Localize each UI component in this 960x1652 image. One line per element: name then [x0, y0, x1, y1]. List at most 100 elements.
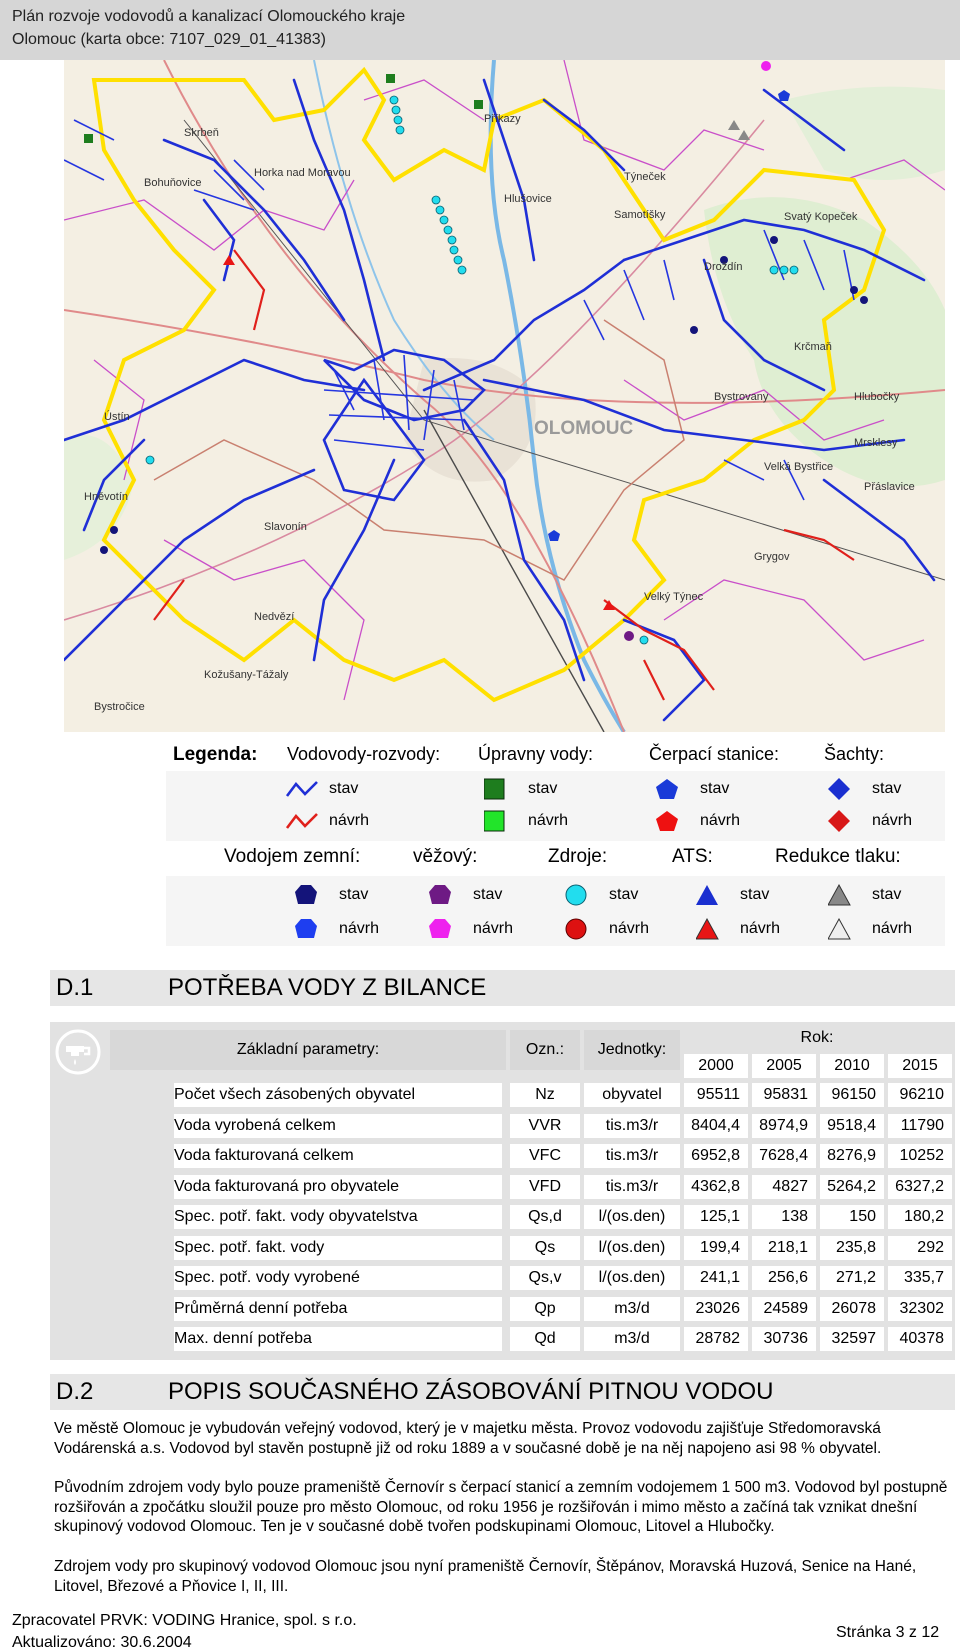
- legend-header-pressure-reduction: Redukce tlaku:: [775, 846, 901, 867]
- map-place-label: Bystročice: [94, 701, 145, 713]
- cell-value: 7628,4: [752, 1144, 816, 1168]
- cell-value: 271,2: [820, 1266, 884, 1290]
- document-title: Plán rozvoje vodovodů a kanalizací Olomo…: [12, 8, 406, 25]
- map-place-label: Ústín: [104, 410, 130, 423]
- legend-header-ground-reservoir: Vodojem zemní:: [224, 846, 361, 867]
- ats-navrh-icon: [696, 918, 719, 940]
- cell-value: 96210: [888, 1083, 952, 1107]
- cell-value: 24589: [752, 1296, 816, 1321]
- page-number: Stránka 3 z 12: [836, 1624, 940, 1641]
- wtp-stav-icon: [484, 778, 505, 800]
- document-subtitle: Olomouc (karta obce: 7107_029_01_41383): [12, 31, 326, 48]
- cell-value: 138: [752, 1205, 816, 1229]
- paragraph-3: Zdrojem vody pro skupinový vodovod Olomo…: [54, 1558, 917, 1595]
- cell-param: Voda vyrobená celkem: [174, 1113, 502, 1138]
- column-header-year: Rok:: [800, 1029, 834, 1046]
- cell-param: Počet všech zásobených obyvatel: [174, 1083, 502, 1107]
- legend-header-pipes: Vodovody-rozvody:: [287, 744, 441, 764]
- legend-header-tower: věžový:: [413, 846, 478, 867]
- cell-param: Voda fakturovaná celkem: [174, 1144, 502, 1168]
- year-header: 2000: [684, 1054, 748, 1078]
- cell-value: 40378: [888, 1327, 952, 1351]
- cell-ozn: Qd: [510, 1327, 580, 1351]
- cell-value: 4362,8: [684, 1174, 748, 1199]
- map-place-label: Příkazy: [484, 113, 521, 125]
- paragraph-2: Původním zdrojem vody bylo pouze prameni…: [54, 1479, 948, 1535]
- cell-value: 8276,9: [820, 1144, 884, 1168]
- cell-param: Max. denní potřeba: [174, 1327, 502, 1351]
- ground-reservoir-stav-icon: [295, 885, 317, 904]
- cell-value: 292: [888, 1235, 952, 1260]
- cell-ozn: VFD: [510, 1174, 580, 1199]
- map-drawing: Skrbeň Příkazy Hlušovice Samotíšky Bohuň…: [64, 60, 945, 732]
- cell-value: 95831: [752, 1083, 816, 1107]
- map-place-label: Nedvězí: [254, 611, 294, 623]
- map-place-label: Droždín: [704, 261, 743, 273]
- water-network-map: Skrbeň Příkazy Hlušovice Samotíšky Bohuň…: [64, 60, 945, 732]
- cell-unit: l/(os.den): [584, 1205, 680, 1229]
- cell-value: 9518,4: [820, 1113, 884, 1138]
- pressure-reduction-navrh-icon: [828, 918, 851, 940]
- cell-value: 32597: [820, 1327, 884, 1351]
- pipe-navrh-icon: [285, 813, 318, 829]
- legend-header-ats: ATS:: [672, 846, 713, 867]
- cell-value: 256,6: [752, 1266, 816, 1290]
- cell-unit: l/(os.den): [584, 1266, 680, 1290]
- footer-author: Zpracovatel PRVK: VODING Hranice, spol. …: [12, 1612, 357, 1629]
- cell-ozn: Qp: [510, 1296, 580, 1321]
- footer-updated: Aktualizováno: 30.6.2004: [12, 1634, 192, 1651]
- cell-value: 10252: [888, 1144, 952, 1168]
- cell-value: 8404,4: [684, 1113, 748, 1138]
- section-title: POTŘEBA VODY Z BILANCE: [168, 974, 487, 1001]
- ground-reservoir-navrh-icon: [295, 919, 317, 938]
- cell-unit: obyvatel: [584, 1083, 680, 1107]
- shaft-stav-icon: [828, 778, 850, 800]
- cell-value: 218,1: [752, 1235, 816, 1260]
- cell-ozn: VVR: [510, 1113, 580, 1138]
- year-header: 2015: [888, 1054, 952, 1078]
- water-tower-stav-icon: [429, 885, 451, 904]
- map-place-label: Hněvotín: [84, 491, 128, 503]
- section-heading-d2: D.2 POPIS SOUČASNÉHO ZÁSOBOVÁNÍ PITNOU V…: [50, 1374, 955, 1410]
- year-header: 2010: [820, 1054, 884, 1078]
- cell-param: Průměrná denní potřeba: [174, 1296, 502, 1321]
- map-place-label: Týneček: [624, 171, 666, 183]
- cell-value: 11790: [888, 1113, 952, 1138]
- cell-ozn: VFC: [510, 1144, 580, 1168]
- map-place-label: Přáslavice: [864, 481, 915, 493]
- paragraph-1: Ve městě Olomouc je vybudován veřejný vo…: [54, 1420, 882, 1457]
- cell-unit: l/(os.den): [584, 1235, 680, 1260]
- map-place-label: Velká Bystřice: [764, 461, 833, 473]
- map-place-label: Svatý Kopeček: [784, 211, 858, 223]
- water-tap-icon: [55, 1029, 101, 1075]
- cell-unit: tis.m3/r: [584, 1113, 680, 1138]
- cell-value: 199,4: [684, 1235, 748, 1260]
- map-city-label: OLOMOUC: [534, 418, 633, 439]
- pump-stav-icon: [656, 779, 678, 799]
- cell-value: 150: [820, 1205, 884, 1229]
- map-place-label: Bystrovany: [714, 391, 769, 403]
- cell-unit: m3/d: [584, 1296, 680, 1321]
- map-place-label: Horka nad Moravou: [254, 167, 351, 179]
- cell-value: 5264,2: [820, 1174, 884, 1199]
- cell-value: 26078: [820, 1296, 884, 1321]
- section-title: POPIS SOUČASNÉHO ZÁSOBOVÁNÍ PITNOU VODOU: [168, 1378, 774, 1405]
- cell-unit: m3/d: [584, 1327, 680, 1351]
- cell-value: 28782: [684, 1327, 748, 1351]
- map-place-label: Mrsklesy: [854, 437, 898, 449]
- map-place-label: Krčmaň: [794, 341, 832, 353]
- cell-ozn: Qs: [510, 1235, 580, 1260]
- cell-unit: tis.m3/r: [584, 1144, 680, 1168]
- cell-value: 6952,8: [684, 1144, 748, 1168]
- pressure-reduction-stav-icon: [828, 884, 851, 906]
- wtp-navrh-icon: [484, 810, 505, 832]
- legend-header-pump: Čerpací stanice:: [649, 744, 780, 764]
- cell-ozn: Qs,v: [510, 1266, 580, 1290]
- map-place-label: Hlušovice: [504, 193, 552, 205]
- map-place-label: Slavonín: [264, 521, 307, 533]
- section-heading-d1: D.1 POTŘEBA VODY Z BILANCE: [50, 970, 955, 1006]
- cell-value: 6327,2: [888, 1174, 952, 1199]
- pipe-stav-icon: [285, 781, 318, 797]
- cell-ozn: Nz: [510, 1083, 580, 1107]
- pump-navrh-icon: [656, 811, 678, 831]
